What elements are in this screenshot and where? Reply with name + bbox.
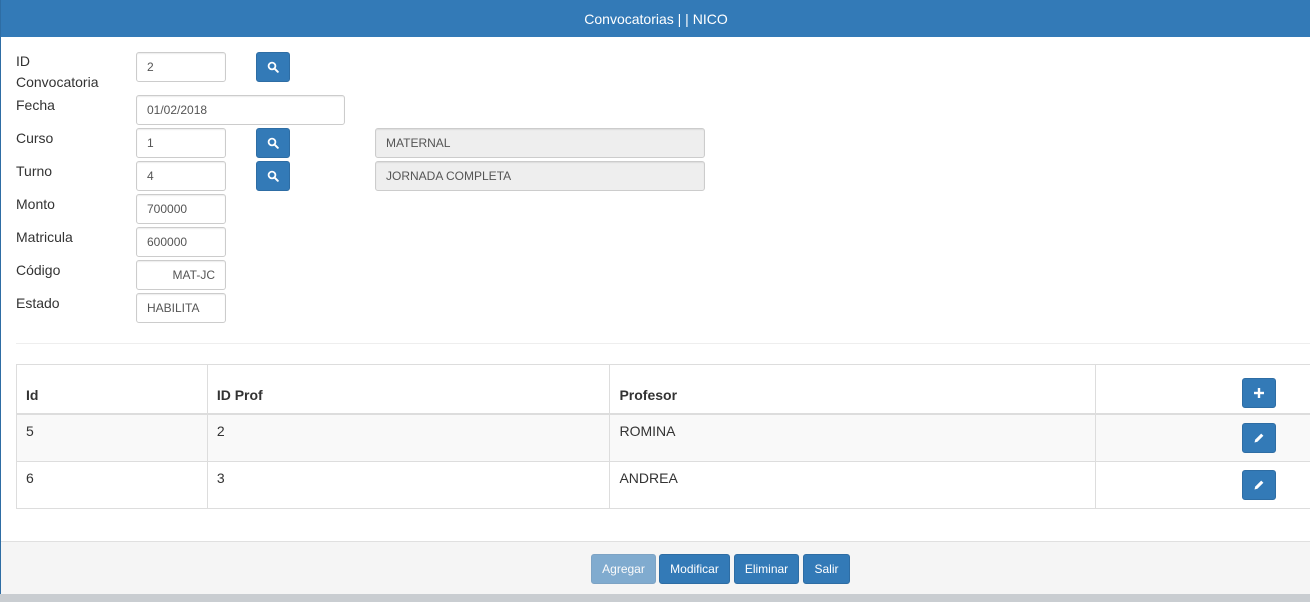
search-turno-button[interactable]: [256, 161, 290, 191]
turno-label: Turno: [16, 163, 53, 179]
curso-input[interactable]: [136, 128, 226, 158]
app-window: Convocatorias | | NICO ID Convocatoria F…: [0, 0, 1310, 594]
agregar-button[interactable]: Agregar: [591, 554, 656, 584]
action-footer: Agregar Modificar Eliminar Salir: [1, 541, 1310, 594]
cell-id-prof: 2: [206, 413, 611, 462]
cell-id-prof: 3: [206, 461, 611, 509]
search-icon: [267, 137, 279, 149]
cell-profesor: ANDREA: [609, 461, 1097, 509]
fecha-input[interactable]: [136, 95, 345, 125]
monto-label: Monto: [16, 196, 55, 212]
plus-icon: [1254, 388, 1265, 398]
window-titlebar: Convocatorias | | NICO: [1, 0, 1310, 37]
search-icon: [267, 61, 279, 73]
pencil-icon: [1254, 433, 1264, 443]
table-row: 6 3 ANDREA: [16, 461, 1310, 509]
turno-input[interactable]: [136, 161, 226, 191]
estado-label: Estado: [16, 295, 60, 311]
search-convocatoria-button[interactable]: [256, 52, 290, 82]
turno-description-field: [375, 161, 705, 191]
column-header-profesor: Profesor: [609, 364, 1097, 415]
cell-id: 6: [16, 461, 208, 509]
matricula-input[interactable]: [136, 227, 226, 257]
table-header-row: Id ID Prof Profesor: [16, 364, 1310, 415]
table-row: 5 2 ROMINA: [16, 413, 1310, 462]
modificar-button[interactable]: Modificar: [659, 554, 730, 584]
eliminar-button[interactable]: Eliminar: [734, 554, 799, 584]
curso-label: Curso: [16, 130, 54, 146]
column-header-id-prof: ID Prof: [206, 364, 611, 415]
search-curso-button[interactable]: [256, 128, 290, 158]
codigo-label: Código: [16, 262, 61, 278]
column-header-id: Id: [16, 364, 208, 415]
cell-id: 5: [16, 413, 208, 462]
window-title: Convocatorias | | NICO: [584, 10, 728, 27]
monto-input[interactable]: [136, 194, 226, 224]
salir-button[interactable]: Salir: [803, 554, 850, 584]
add-row-button[interactable]: [1242, 378, 1277, 408]
pencil-icon: [1254, 480, 1264, 490]
codigo-input[interactable]: [136, 260, 226, 290]
id-convocatoria-label: ID Convocatoria: [16, 53, 99, 90]
estado-input[interactable]: [136, 293, 226, 323]
matricula-label: Matricula: [16, 229, 73, 245]
column-header-actions: [1095, 364, 1310, 415]
cell-profesor: ROMINA: [609, 413, 1097, 462]
edit-row-button[interactable]: [1242, 470, 1277, 500]
curso-description-field: [375, 128, 705, 158]
profesores-table: Id ID Prof Profesor 5 2 ROMINA 6 3 ANDRE…: [16, 364, 1310, 509]
search-icon: [267, 170, 279, 182]
edit-row-button[interactable]: [1242, 423, 1277, 453]
fecha-label: Fecha: [16, 97, 55, 113]
form-divider: [16, 343, 1310, 344]
id-convocatoria-input[interactable]: [136, 52, 226, 82]
cell-actions: [1095, 413, 1310, 462]
cell-actions: [1095, 461, 1310, 509]
